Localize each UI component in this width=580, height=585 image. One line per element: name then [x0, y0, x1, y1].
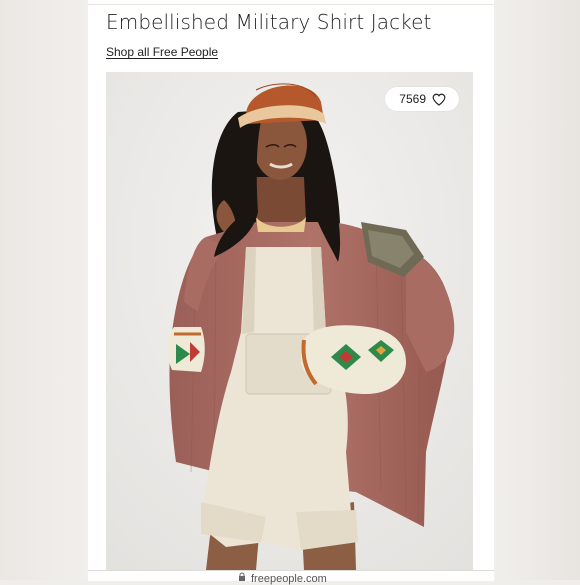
favorite-button[interactable]: 7569: [385, 87, 459, 111]
heart-outline-icon: [432, 93, 446, 106]
product-photo[interactable]: 7569: [106, 72, 473, 570]
lock-icon: [238, 572, 246, 585]
card-top-divider: [88, 4, 494, 5]
product-card: Embellished Military Shirt Jacket Shop a…: [88, 0, 494, 585]
shop-all-link[interactable]: Shop all Free People: [106, 45, 218, 59]
product-title: Embellished Military Shirt Jacket: [106, 10, 432, 34]
page-background-right: [494, 0, 580, 580]
model-illustration: [106, 72, 473, 570]
url-text: freepeople.com: [251, 572, 327, 585]
page-background-left: [0, 0, 88, 580]
url-bar[interactable]: freepeople.com: [238, 572, 327, 585]
favorite-count: 7569: [399, 92, 426, 106]
